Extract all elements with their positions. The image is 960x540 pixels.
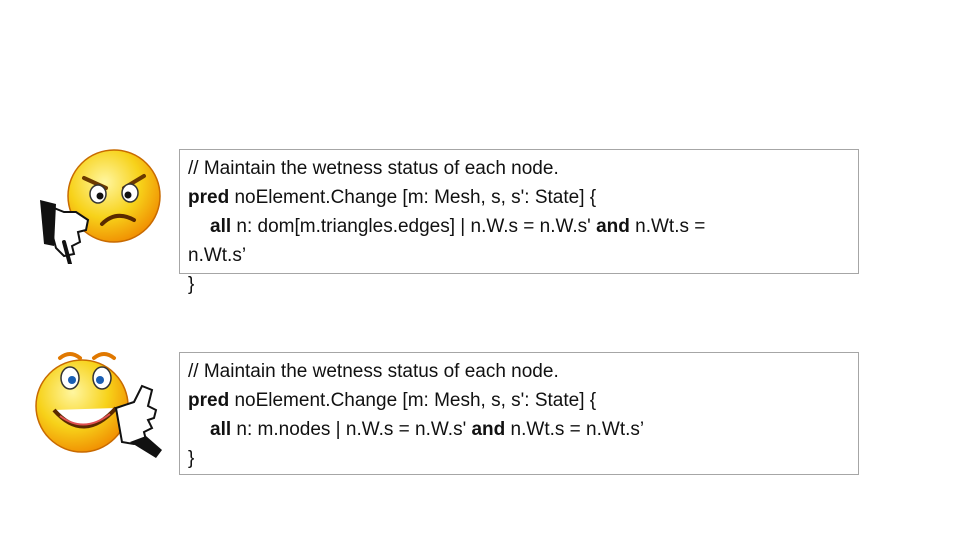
all-keyword: all — [210, 419, 232, 440]
pred-body-wrap: n.Wt.s’ — [188, 245, 247, 266]
pred-body-line: all n: m.nodes | n.W.s = n.W.s' and n.Wt… — [188, 415, 850, 444]
pred-signature: noElement.Change [m: Mesh, s, s': State]… — [229, 390, 597, 411]
pred-signature-line: pred noElement.Change [m: Mesh, s, s': S… — [188, 183, 850, 212]
closing-brace: } — [188, 274, 195, 295]
pred-signature: noElement.Change [m: Mesh, s, s': State]… — [229, 187, 597, 208]
code-box-good-example: // Maintain the wetness status of each n… — [179, 352, 859, 475]
pred-body-part-b: n.Wt.s = n.Wt.s’ — [505, 419, 645, 440]
pred-body-part-a: n: dom[m.triangles.edges] | n.W.s = n.W.… — [231, 216, 597, 237]
happy-thumbs-up-emoji-icon — [35, 352, 162, 458]
pred-keyword: pred — [188, 390, 230, 411]
pred-body-part-a: n: m.nodes | n.W.s = n.W.s' — [231, 419, 472, 440]
pred-keyword: pred — [188, 187, 230, 208]
code-comment: // Maintain the wetness status of each n… — [188, 158, 559, 179]
slide: // Maintain the wetness status of each n… — [0, 0, 960, 540]
pred-body-part-b: n.Wt.s = — [629, 216, 706, 237]
code-comment: // Maintain the wetness status of each n… — [188, 361, 559, 382]
code-box-bad-example: // Maintain the wetness status of each n… — [179, 149, 859, 295]
and-keyword: and — [471, 419, 506, 440]
pred-signature-line: pred noElement.Change [m: Mesh, s, s': S… — [188, 386, 850, 415]
all-keyword: all — [210, 216, 232, 237]
pred-body-line: all n: dom[m.triangles.edges] | n.W.s = … — [188, 212, 850, 241]
closing-brace: } — [188, 448, 195, 469]
angry-thumbs-down-emoji-icon — [40, 149, 161, 264]
and-keyword: and — [596, 216, 630, 237]
